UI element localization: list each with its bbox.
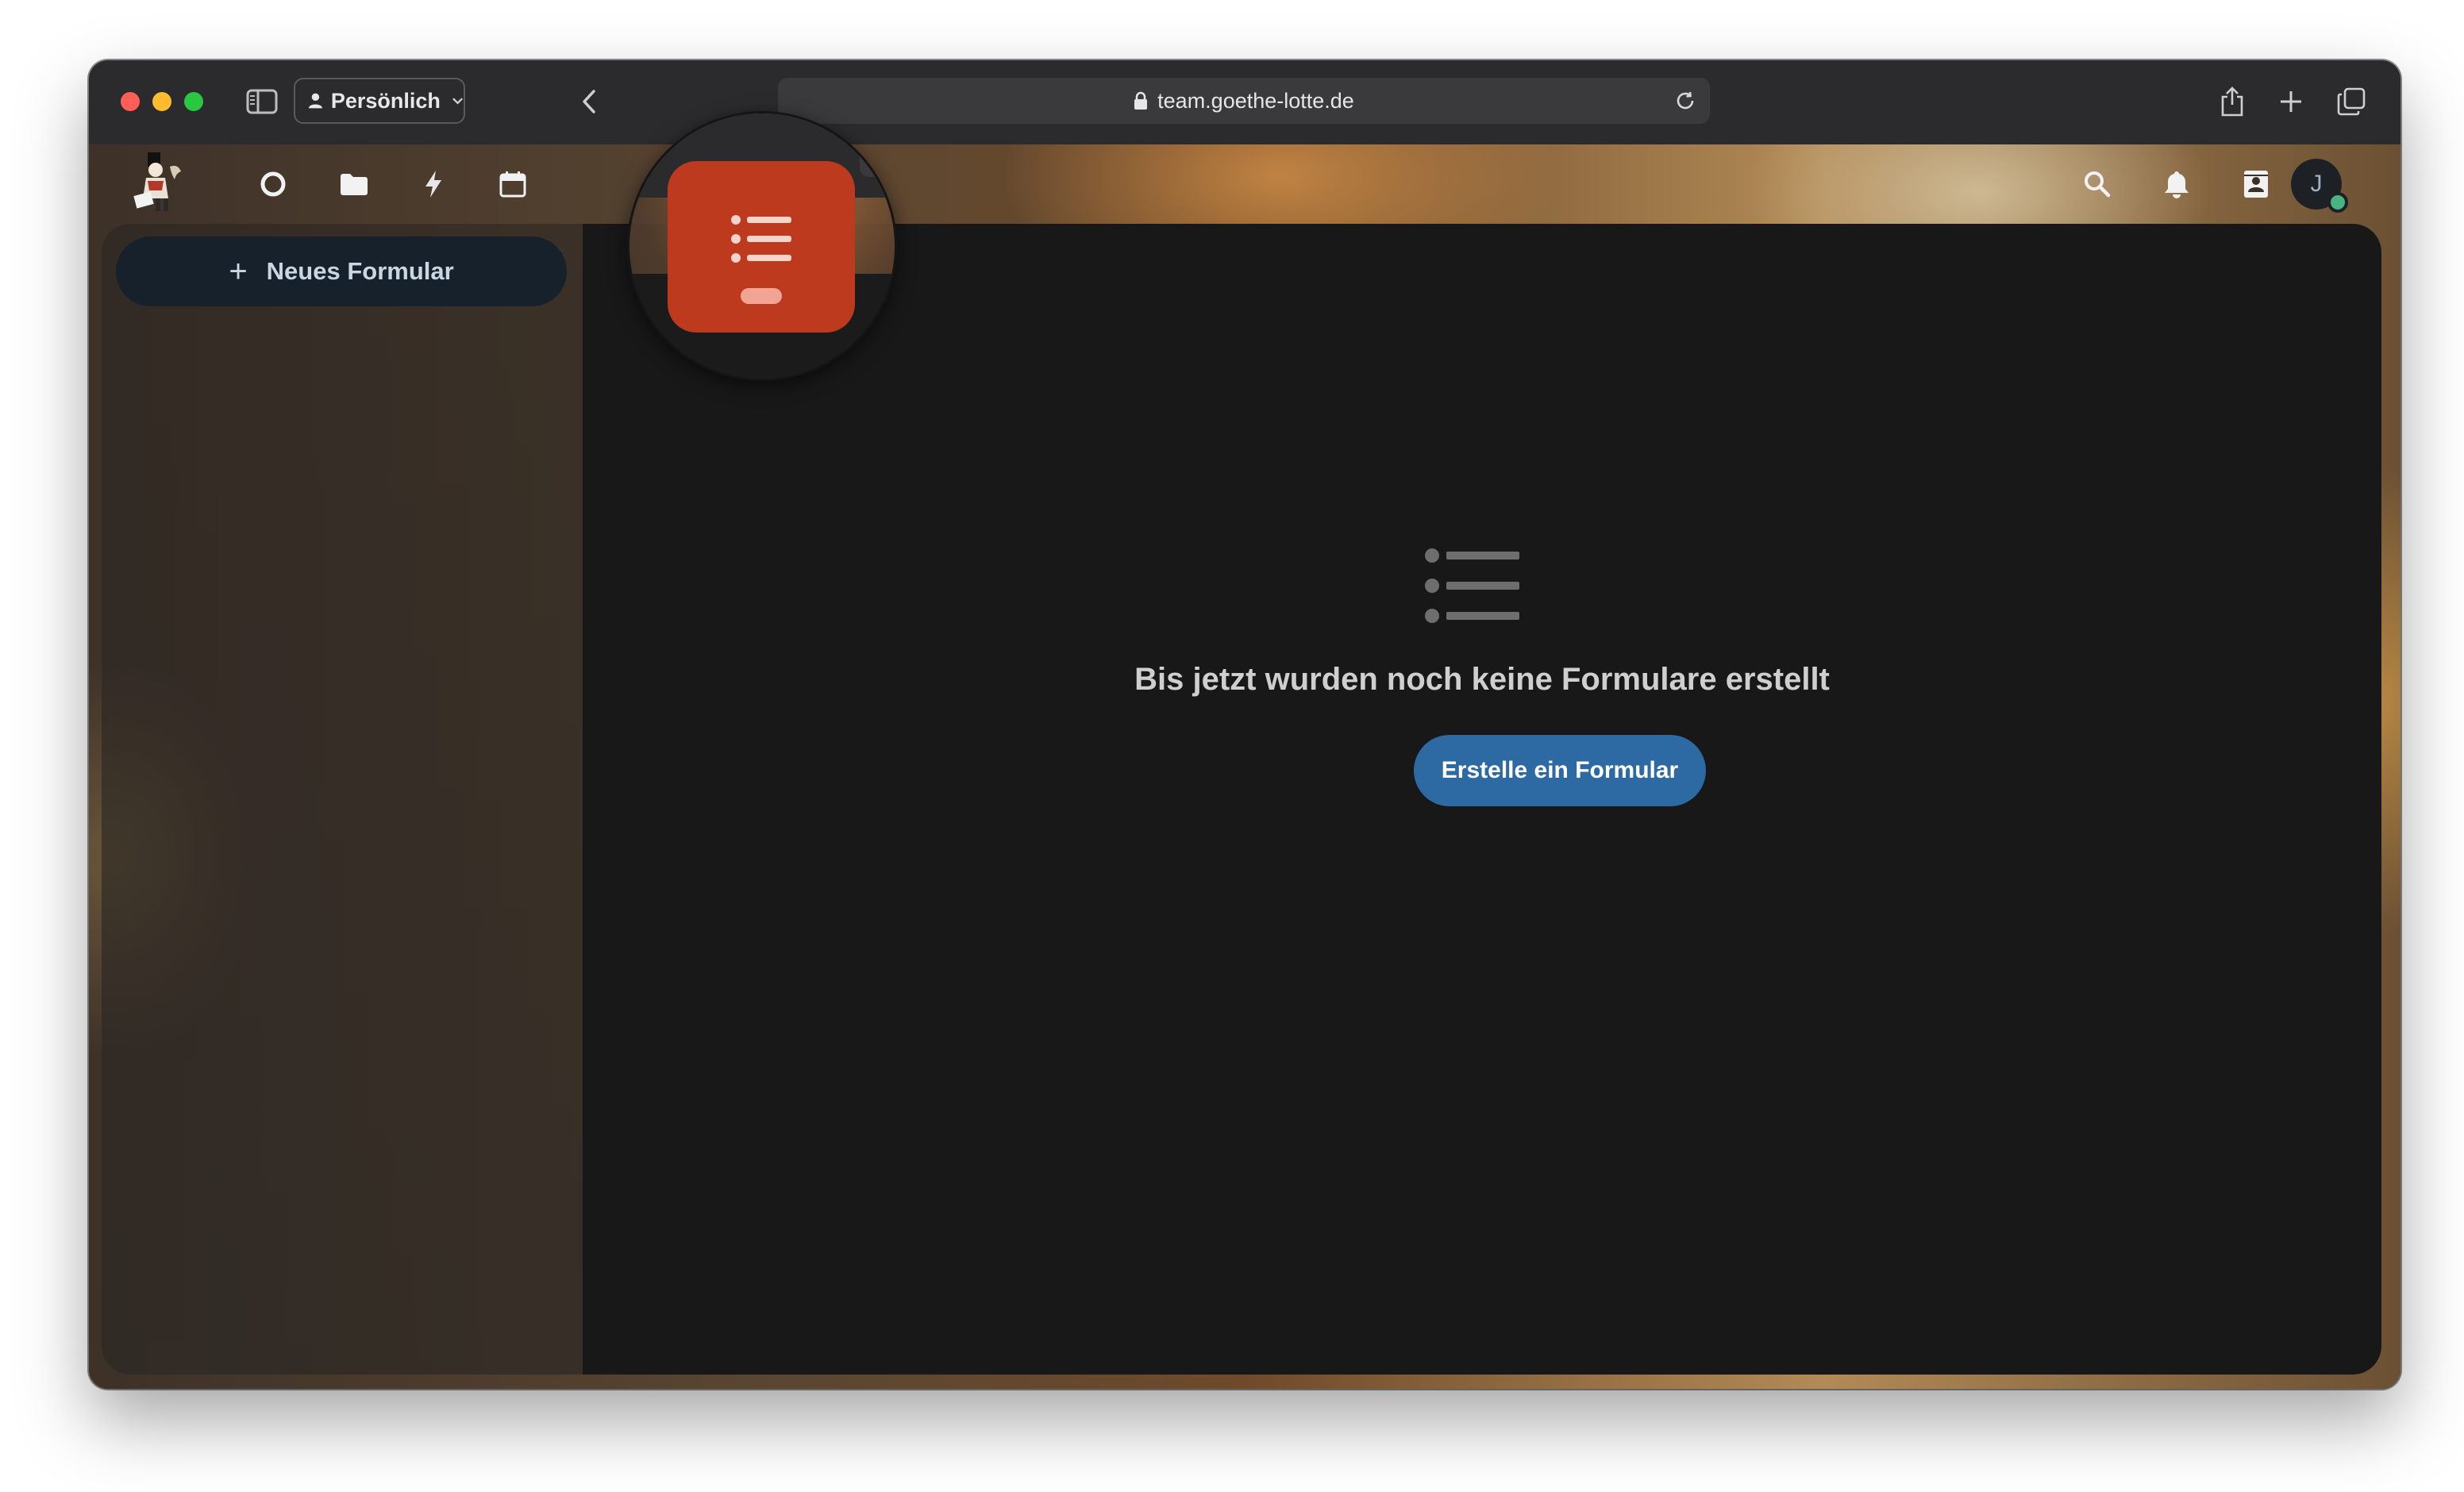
app-forms[interactable] bbox=[668, 161, 855, 333]
search-button[interactable] bbox=[2078, 165, 2116, 203]
list-icon bbox=[731, 215, 791, 263]
reload-icon[interactable] bbox=[1672, 87, 1699, 120]
profile-label: Persönlich bbox=[330, 88, 441, 113]
address-bar[interactable]: team.goethe-lotte.de bbox=[778, 78, 1710, 124]
share-icon bbox=[2221, 87, 2243, 117]
forms-app-magnifier bbox=[627, 111, 897, 381]
profile-button[interactable]: Persönlich bbox=[294, 78, 465, 124]
plus-icon: + bbox=[229, 254, 248, 289]
search-icon bbox=[2085, 171, 2111, 198]
minimize-window-button[interactable] bbox=[152, 92, 171, 111]
sidebar-icon bbox=[246, 89, 278, 114]
active-app-indicator bbox=[741, 288, 782, 304]
site-logo[interactable] bbox=[132, 149, 189, 216]
sidebar-toggle-button[interactable] bbox=[241, 81, 283, 122]
app-activity[interactable] bbox=[414, 165, 452, 203]
browser-window: Persönlich team.goethe-lotte.de J + Neue… bbox=[89, 60, 2400, 1389]
new-tab-button[interactable] bbox=[2270, 81, 2312, 122]
folder-icon bbox=[341, 174, 368, 195]
contacts-button[interactable] bbox=[2237, 165, 2275, 203]
lock-icon bbox=[1134, 91, 1148, 110]
tab-overview-button[interactable] bbox=[2331, 81, 2372, 122]
nextcloud-page: J + Neues Formular Bis jetzt wurden noch… bbox=[89, 144, 2400, 1389]
list-icon bbox=[1424, 541, 1527, 629]
person-icon bbox=[308, 93, 322, 109]
plus-icon bbox=[2281, 91, 2301, 112]
app-content: + Neues Formular Bis jetzt wurden noch k… bbox=[102, 224, 2381, 1375]
app-calendar[interactable] bbox=[494, 165, 532, 203]
share-button[interactable] bbox=[2212, 81, 2253, 122]
chevron-down-icon bbox=[452, 98, 463, 105]
calendar-icon bbox=[499, 171, 526, 198]
zoom-window-button[interactable] bbox=[184, 92, 203, 111]
app-files[interactable] bbox=[335, 165, 373, 203]
back-button[interactable] bbox=[568, 81, 610, 122]
url-text: team.goethe-lotte.de bbox=[1157, 88, 1354, 113]
magnified-address-bar bbox=[860, 131, 895, 177]
contacts-icon bbox=[2244, 171, 2268, 198]
bell-icon bbox=[2165, 171, 2189, 198]
new-form-button[interactable]: + Neues Formular bbox=[116, 236, 567, 306]
goethe-figure-logo bbox=[133, 152, 181, 211]
avatar-initial: J bbox=[2310, 171, 2323, 197]
online-status-badge bbox=[2327, 192, 2348, 213]
forward-icon bbox=[629, 150, 661, 182]
app-navigation: + Neues Formular bbox=[102, 224, 583, 1375]
close-window-button[interactable] bbox=[121, 92, 140, 111]
create-form-button[interactable]: Erstelle ein Formular bbox=[1414, 735, 1706, 806]
empty-state-message: Bis jetzt wurden noch keine Formulare er… bbox=[1134, 662, 1830, 697]
notifications-button[interactable] bbox=[2158, 165, 2196, 203]
app-dashboard[interactable] bbox=[254, 165, 292, 203]
forms-main-area: Bis jetzt wurden noch keine Formulare er… bbox=[583, 224, 2381, 1375]
tabs-icon bbox=[2337, 87, 2366, 116]
new-form-label: Neues Formular bbox=[266, 257, 454, 285]
lightning-icon bbox=[425, 171, 441, 198]
circle-icon bbox=[260, 171, 286, 197]
app-header: J bbox=[89, 144, 2400, 224]
scene: Persönlich team.goethe-lotte.de J + Neue… bbox=[0, 0, 2464, 1492]
browser-toolbar: Persönlich team.goethe-lotte.de bbox=[89, 60, 2400, 146]
chevron-left-icon bbox=[583, 90, 595, 113]
